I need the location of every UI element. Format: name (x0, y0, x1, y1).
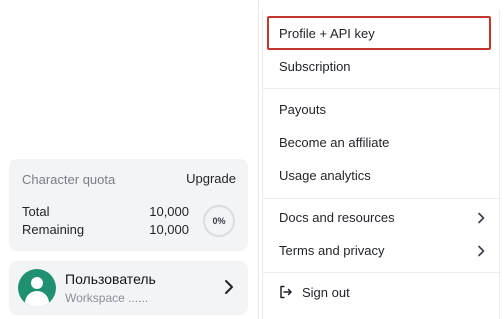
chevron-right-icon (478, 212, 485, 224)
character-quota-card: Character quota Upgrade Total 10,000 Rem… (9, 159, 248, 251)
user-name: Пользователь (65, 271, 156, 287)
account-menu: Profile + API key Subscription Payouts B… (262, 10, 501, 319)
sign-out-icon (280, 285, 292, 299)
workspace-name: Workspace ...... (65, 291, 149, 305)
menu-item-label: Payouts (279, 101, 326, 117)
menu-item-become-affiliate[interactable]: Become an affiliate (263, 127, 501, 157)
menu-item-docs-resources[interactable]: Docs and resources (263, 202, 501, 232)
avatar-body-shape (25, 291, 49, 307)
menu-item-label: Sign out (302, 284, 350, 300)
user-account-button[interactable]: Пользователь Workspace ...... (9, 261, 248, 315)
menu-divider (263, 88, 501, 89)
panel-divider (258, 0, 259, 319)
quota-total-value: 10,000 (149, 204, 189, 219)
menu-item-terms-privacy[interactable]: Terms and privacy (263, 235, 501, 265)
menu-item-label: Docs and resources (279, 209, 395, 225)
quota-total-label: Total (22, 204, 50, 219)
menu-item-subscription[interactable]: Subscription (263, 51, 501, 81)
menu-item-sign-out[interactable]: Sign out (263, 277, 501, 307)
menu-item-profile-api-key[interactable]: Profile + API key (263, 18, 501, 48)
menu-item-label: Profile + API key (279, 25, 375, 41)
quota-remaining-label: Remaining (22, 222, 85, 237)
quota-usage-ring: 0% (203, 205, 235, 237)
menu-item-label: Subscription (279, 58, 351, 74)
chevron-right-icon (478, 245, 485, 257)
menu-item-label: Terms and privacy (279, 242, 385, 258)
menu-item-label: Become an affiliate (279, 134, 390, 150)
avatar (18, 269, 56, 307)
chevron-right-icon (225, 280, 233, 294)
quota-title: Character quota (22, 172, 116, 187)
menu-item-payouts[interactable]: Payouts (263, 94, 501, 124)
menu-divider (263, 272, 501, 273)
quota-percent-label: 0% (212, 216, 226, 226)
sidebar: Character quota Upgrade Total 10,000 Rem… (0, 0, 258, 319)
menu-item-usage-analytics[interactable]: Usage analytics (263, 160, 501, 190)
app-window: Character quota Upgrade Total 10,000 Rem… (0, 0, 504, 319)
menu-item-label: Usage analytics (279, 167, 371, 183)
quota-remaining-value: 10,000 (149, 222, 189, 237)
menu-divider (263, 198, 501, 199)
upgrade-button[interactable]: Upgrade (186, 171, 236, 186)
avatar-head-shape (31, 277, 43, 289)
